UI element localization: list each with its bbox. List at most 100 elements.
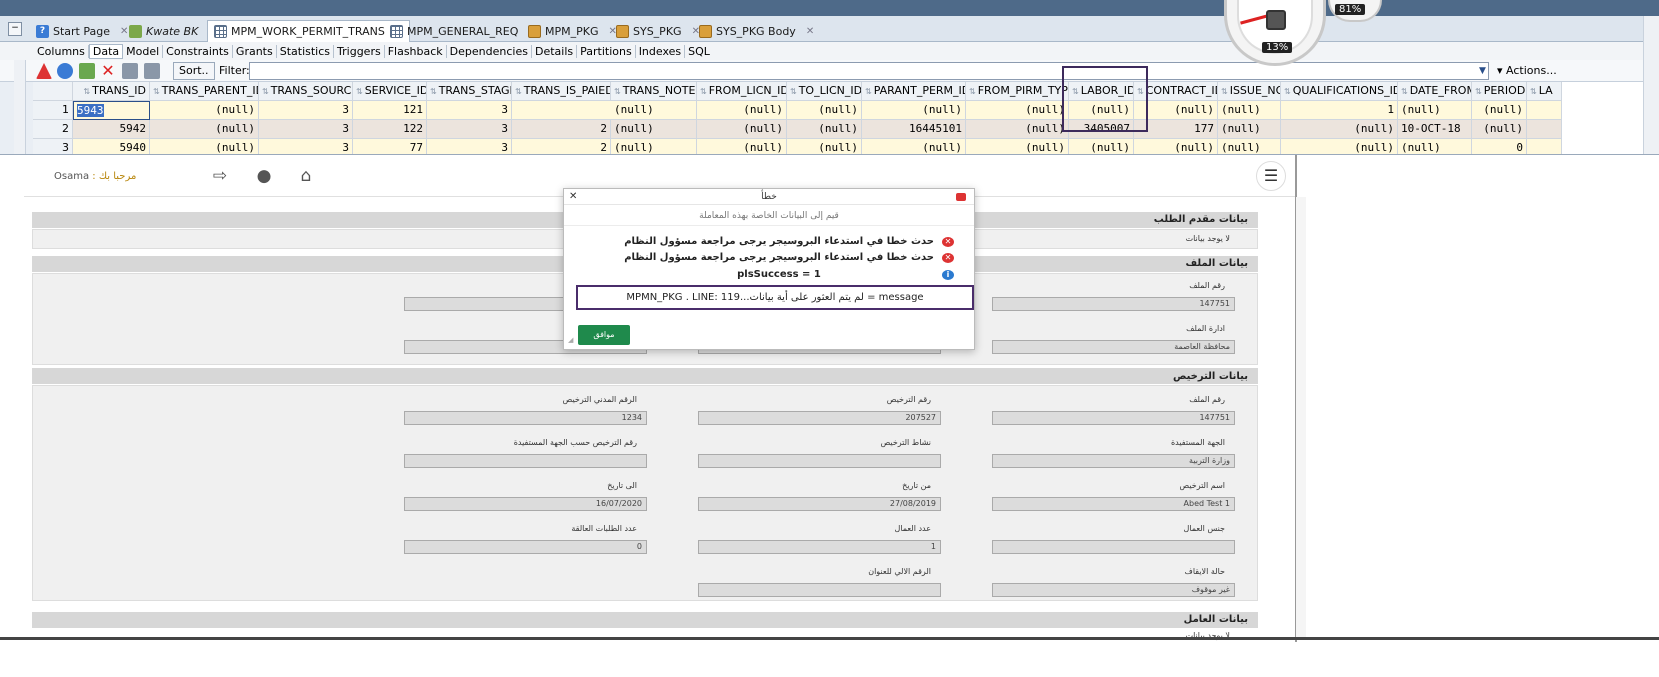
table-cell[interactable]: 0	[1472, 139, 1527, 154]
license-number-field[interactable]: 207527	[698, 411, 941, 425]
file-number-field[interactable]: 147751	[992, 297, 1235, 311]
table-cell[interactable]: (null)	[787, 101, 862, 120]
table-cell[interactable]: (null)	[966, 139, 1069, 154]
table-cell[interactable]: (null)	[1069, 139, 1134, 154]
address-number-field[interactable]	[698, 583, 941, 597]
user-icon[interactable]: ●	[252, 167, 276, 185]
table-cell[interactable]: (null)	[862, 139, 966, 154]
subtab-columns[interactable]: Columns	[34, 44, 89, 58]
table-cell[interactable]	[1527, 120, 1562, 139]
column-header[interactable]: ⇅ FROM_PIRM_TYPE	[966, 82, 1069, 101]
labor-gender-field[interactable]	[992, 540, 1235, 554]
column-header[interactable]: ⇅ DATE_FROM	[1398, 82, 1472, 101]
subtab-flashback[interactable]: Flashback	[385, 44, 447, 58]
table-cell[interactable]: (null)	[1134, 139, 1218, 154]
table-cell[interactable]: (null)	[1398, 101, 1472, 120]
subtab-dependencies[interactable]: Dependencies	[447, 44, 532, 58]
authority-field[interactable]: وزارة التربية	[992, 454, 1235, 468]
table-cell[interactable]: 3	[259, 101, 353, 120]
table-cell-selected[interactable]: 5943	[73, 101, 150, 120]
table-cell[interactable]: (null)	[1398, 139, 1472, 154]
column-header[interactable]: ⇅ TRANS_IS_PAIED	[512, 82, 611, 101]
table-cell[interactable]: (null)	[1218, 101, 1281, 120]
close-icon[interactable]: ✕	[806, 26, 814, 37]
table-cell[interactable]: (null)	[150, 120, 259, 139]
column-header[interactable]: ⇅ TRANS_NOTES	[611, 82, 697, 101]
filter-input[interactable]	[249, 62, 1489, 80]
home-icon[interactable]: ⌂	[294, 167, 318, 185]
subtab-partitions[interactable]: Partitions	[577, 44, 636, 58]
table-cell[interactable]: (null)	[1472, 101, 1527, 120]
table-cell[interactable]: (null)	[611, 120, 697, 139]
table-cell[interactable]	[1527, 139, 1562, 154]
tab-mpm-pkg[interactable]: MPM_PKG ✕	[522, 20, 623, 42]
table-cell[interactable]: (null)	[787, 139, 862, 154]
table-cell[interactable]: 3	[427, 101, 512, 120]
table-cell[interactable]	[1527, 101, 1562, 120]
vertical-scrollbar-left[interactable]	[14, 60, 26, 154]
table-row[interactable]: 3 5940 (null) 3 77 3 2 (null) (null) (nu…	[33, 139, 1562, 154]
activity-field[interactable]	[698, 454, 941, 468]
table-cell[interactable]: (null)	[1281, 139, 1398, 154]
table-cell[interactable]: 10-OCT-18	[1398, 120, 1472, 139]
table-cell[interactable]: (null)	[697, 120, 787, 139]
suspension-status-field[interactable]: غير موقوف	[992, 583, 1235, 597]
pending-requests-field[interactable]: 0	[404, 540, 647, 554]
from-date-field[interactable]: 27/08/2019	[698, 497, 941, 511]
resize-handle-icon[interactable]: ◢	[568, 336, 573, 344]
table-cell[interactable]: (null)	[697, 101, 787, 120]
tab-mpm-general-req[interactable]: MPM_GENERAL_REQ ✕	[384, 20, 543, 42]
subtab-details[interactable]: Details	[532, 44, 578, 58]
tab-start-page[interactable]: ? Start Page ✕	[30, 20, 134, 42]
menu-icon[interactable]: ☰	[1256, 161, 1286, 191]
table-cell[interactable]: (null)	[1218, 139, 1281, 154]
column-header[interactable]: ⇅ TRANS_SOURCE	[259, 82, 353, 101]
actions-menu[interactable]: ▾ Actions...	[1493, 62, 1561, 80]
license-file-number-field[interactable]: 147751	[992, 411, 1235, 425]
subtab-data[interactable]: Data	[88, 43, 124, 59]
vertical-scrollbar-right[interactable]	[1643, 16, 1659, 154]
subtab-triggers[interactable]: Triggers	[334, 44, 385, 58]
table-cell[interactable]: 121	[353, 101, 427, 120]
table-row[interactable]: 2 5942 (null) 3 122 3 2 (null) (null) (n…	[33, 120, 1562, 139]
table-cell[interactable]: (null)	[611, 139, 697, 154]
table-cell[interactable]: (null)	[150, 139, 259, 154]
column-header[interactable]: ⇅ TRANS_ID	[73, 82, 150, 101]
column-header[interactable]: ⇅ QUALIFICATIONS_ID	[1281, 82, 1398, 101]
authority-license-field[interactable]	[404, 454, 647, 468]
table-cell[interactable]: 5940	[73, 139, 150, 154]
filter-dropdown-icon[interactable]: ▼	[1479, 66, 1486, 76]
table-cell[interactable]: 3	[259, 120, 353, 139]
subtab-constraints[interactable]: Constraints	[163, 44, 233, 58]
table-cell[interactable]: (null)	[1472, 120, 1527, 139]
table-cell[interactable]: (null)	[966, 101, 1069, 120]
tab-mpm-work-permit-trans[interactable]: MPM_WORK_PERMIT_TRANS ✕	[207, 20, 411, 42]
column-header[interactable]: ⇅ ISSUE_NO	[1218, 82, 1281, 101]
table-cell[interactable]: 3	[427, 139, 512, 154]
tab-sys-pkg[interactable]: SYS_PKG ✕	[610, 20, 706, 42]
table-cell[interactable]: 2	[512, 139, 611, 154]
ok-button[interactable]: موافق	[578, 325, 630, 345]
rollback-icon[interactable]	[144, 63, 160, 79]
commit-icon[interactable]	[122, 63, 138, 79]
column-header[interactable]: ⇅ SERVICE_ID	[353, 82, 427, 101]
logout-icon[interactable]: ⇨	[208, 167, 232, 185]
table-cell[interactable]: (null)	[787, 120, 862, 139]
table-cell[interactable]: (null)	[1218, 120, 1281, 139]
table-cell[interactable]: (null)	[1281, 120, 1398, 139]
insert-row-icon[interactable]	[79, 63, 95, 79]
column-header[interactable]: ⇅ TRANS_STAGE	[427, 82, 512, 101]
refresh-icon[interactable]	[57, 63, 73, 79]
subtab-statistics[interactable]: Statistics	[277, 44, 335, 58]
close-icon[interactable]: ✕	[569, 191, 577, 202]
labor-count-field[interactable]: 1	[698, 540, 941, 554]
column-header[interactable]: ⇅ PARANT_PERM_ID	[862, 82, 966, 101]
table-cell[interactable]: 5942	[73, 120, 150, 139]
table-cell[interactable]: 1	[1281, 101, 1398, 120]
table-cell[interactable]: 3	[259, 139, 353, 154]
subtab-indexes[interactable]: Indexes	[636, 44, 686, 58]
table-cell[interactable]: (null)	[966, 120, 1069, 139]
central-number-field[interactable]: 1234	[404, 411, 647, 425]
table-cell[interactable]: (null)	[150, 101, 259, 120]
table-cell[interactable]: 3	[427, 120, 512, 139]
